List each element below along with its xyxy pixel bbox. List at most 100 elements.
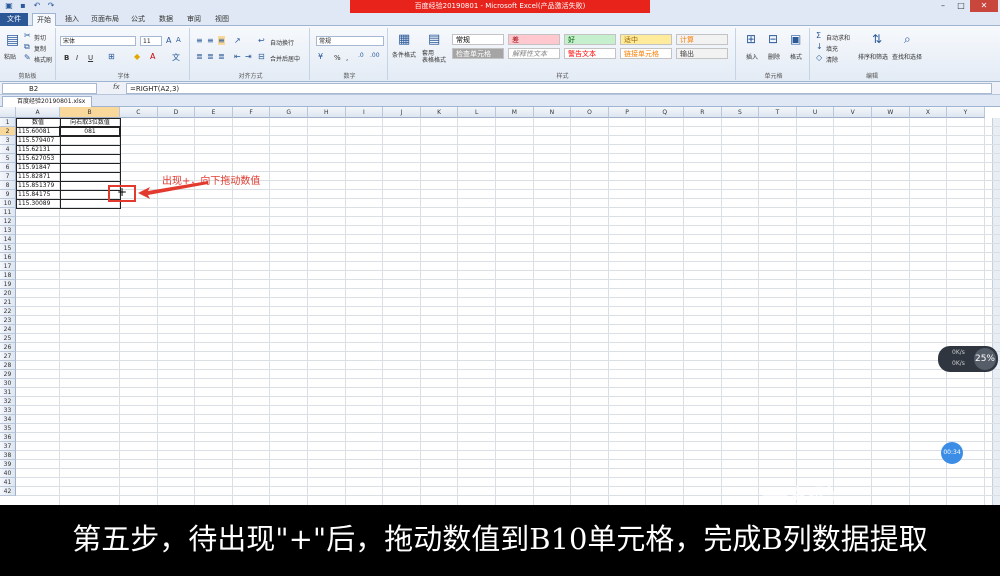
format-painter-icon: ✎ [24,53,31,62]
increase-indent-icon[interactable]: ⇥ [245,52,252,61]
delete-icon[interactable]: ⊟ [768,32,778,46]
insert-function-button[interactable]: fx [113,83,120,91]
minimize-button[interactable]: – [934,0,952,12]
font-name-select[interactable]: 宋体 [60,36,136,46]
usage-percent: 25% [974,348,996,370]
format-painter-button[interactable]: 格式刷 [34,55,52,64]
find-select-icon[interactable]: ⌕ [904,32,911,47]
number-group: 常规 ¥ % , .0 .00 数字 [312,28,388,80]
phonetic-icon[interactable]: 文 [172,52,180,63]
decrease-indent-icon[interactable]: ⇤ [234,52,241,61]
align-middle-icon[interactable]: ≡ [207,36,214,45]
wrap-text-icon: ↩ [258,36,265,45]
percent-button[interactable]: % [334,54,341,62]
conditional-format-icon[interactable]: ▦ [398,32,410,47]
align-bottom-icon[interactable]: ≡ [218,36,225,45]
formula-input[interactable]: =RIGHT(A2,3) [126,83,992,94]
shrink-font-icon[interactable]: A [176,36,181,44]
insert-button[interactable]: 插入 [746,52,758,61]
format-button[interactable]: 格式 [790,52,802,61]
timer-badge: 00:34 [941,442,963,464]
workbook-tab-strip: 百度经验20190801.xlsx [0,95,1000,107]
clear-icon: ◇ [816,53,823,62]
fill-button[interactable]: 填充 [826,44,838,53]
tab-home[interactable]: 开始 [32,13,56,26]
increase-decimal-icon[interactable]: .0 [358,52,364,59]
cut-button[interactable]: 剪切 [34,33,46,42]
styles-group-label: 样式 [556,73,569,80]
borders-icon[interactable]: ⊞ [108,52,115,61]
fill-color-icon[interactable]: ◆ [134,52,140,61]
redo-icon[interactable]: ↷ [46,1,56,11]
currency-icon[interactable]: ¥ [318,52,323,61]
fill-icon: ↓ [816,42,823,51]
merge-center-button[interactable]: 合并后居中 [270,54,300,63]
autosum-button[interactable]: 自动求和 [826,33,850,42]
tab-view[interactable]: 视图 [210,13,234,26]
cell-style-item[interactable]: 常规 [452,34,504,45]
cell-style-item[interactable]: 适中 [620,34,672,45]
format-icon[interactable]: ▣ [790,32,801,46]
table-format-button[interactable]: 套用 表格格式 [422,50,446,64]
font-group-label: 字体 [117,73,130,80]
sort-filter-button[interactable]: 排序和筛选 [858,52,888,61]
find-select-button[interactable]: 查找和选择 [892,52,922,61]
undo-icon[interactable]: ↶ [32,1,42,11]
number-format-select[interactable]: 常规 [316,36,384,46]
tab-data[interactable]: 数据 [154,13,178,26]
quick-access-toolbar: ▣ ▪ ↶ ↷ [4,1,56,11]
wrap-text-button[interactable]: 自动换行 [270,38,294,47]
cell-style-item[interactable]: 检查单元格 [452,48,504,59]
sort-filter-icon[interactable]: ⇅ [872,32,882,46]
italic-button[interactable]: I [76,54,78,62]
align-center-icon[interactable]: ≣ [207,52,214,61]
clear-button[interactable]: 清除 [826,55,838,64]
merge-center-icon: ⊟ [258,52,265,61]
cell-style-item[interactable]: 警告文本 [564,48,616,59]
paste-button[interactable]: 粘贴 [4,52,16,61]
underline-button[interactable]: U [88,54,93,62]
decrease-decimal-icon[interactable]: .00 [370,52,380,59]
upload-speed: 0K/s [952,349,965,356]
styles-group: ▦ 条件格式 ▤ 套用 表格格式 常规差好适中 计算检查单元格 解释性文本 警告文本链… [390,28,736,80]
align-right-icon[interactable]: ≣ [218,52,225,61]
orientation-icon[interactable]: ↗ [234,36,241,45]
copy-button[interactable]: 复制 [34,44,46,53]
close-button[interactable]: ✕ [970,0,998,12]
align-left-icon[interactable]: ≣ [196,52,203,61]
insert-icon[interactable]: ⊞ [746,32,756,46]
delete-button[interactable]: 删除 [768,52,780,61]
align-top-icon[interactable]: ≡ [196,36,203,45]
ribbon-tabs: 文件 开始 插入 页面布局 公式 数据 审阅 视图 [0,13,1000,26]
save-icon[interactable]: ▪ [18,1,28,11]
paste-icon[interactable]: ▤ [6,32,19,48]
bold-button[interactable]: B [64,54,69,62]
conditional-format-button[interactable]: 条件格式 [392,50,416,59]
maximize-button[interactable]: □ [952,0,970,12]
font-size-select[interactable]: 11 [140,36,162,46]
title-bar: ▣ ▪ ↶ ↷ 百度经验20190801 - Microsoft Excel(产… [0,0,1000,13]
tab-page-layout[interactable]: 页面布局 [88,13,122,26]
cell-style-item[interactable]: 解释性文本 [508,48,560,59]
font-group: 宋体 11 A A B I U ⊞ ◆ A 文 字体 [58,28,190,80]
cell-style-item[interactable]: 输出 [676,48,728,59]
cell-style-item[interactable]: 计算 [676,34,728,45]
cell-style-item[interactable]: 链接单元格 [620,48,672,59]
tab-review[interactable]: 审阅 [182,13,206,26]
tab-insert[interactable]: 插入 [60,13,84,26]
formula-bar: B2 fx =RIGHT(A2,3) [0,82,1000,95]
comma-button[interactable]: , [346,54,348,62]
network-speed-widget[interactable]: 0K/s 0K/s 25% [938,346,998,372]
name-box[interactable]: B2 [2,83,97,94]
font-color-icon[interactable]: A [150,52,155,61]
cell-style-item[interactable]: 好 [564,34,616,45]
grow-font-icon[interactable]: A [166,36,171,45]
cell-style-item[interactable]: 差 [508,34,560,45]
cut-icon: ✂ [24,31,31,40]
editing-group-label: 编辑 [865,73,878,80]
table-format-icon[interactable]: ▤ [428,32,440,47]
tab-formulas[interactable]: 公式 [126,13,150,26]
spreadsheet-grid[interactable]: A B C D E F G H I J K L M N O P Q R S T U V W X Y 1 2 3 4 5 6 7 8 9 10 11 12… [0,107,1000,505]
tab-file[interactable]: 文件 [0,13,28,26]
workbook-tab[interactable]: 百度经验20190801.xlsx [2,96,93,107]
